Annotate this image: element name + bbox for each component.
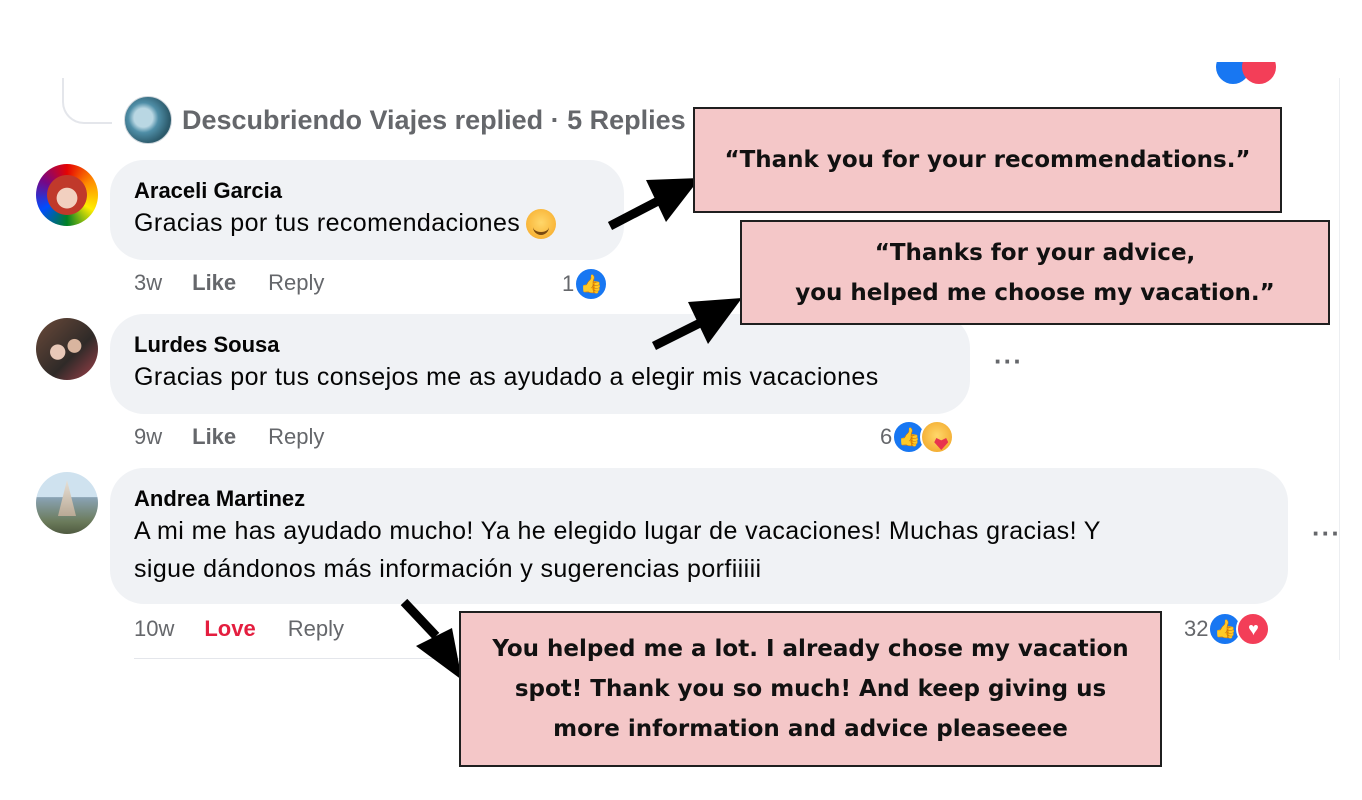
callout-text: you helped me choose my vacation.”: [795, 279, 1275, 306]
arrow-2: [651, 317, 705, 351]
callout-text: “Thanks for your advice,: [874, 239, 1196, 266]
callout-text: “Thank you for your recommendations.”: [724, 147, 1251, 173]
translation-callout: “Thank you for your recommendations.”: [693, 107, 1282, 213]
callout-text: spot! Thank you so much! And keep giving…: [514, 676, 1107, 702]
translation-callout: You helped me a lot. I already chose my …: [459, 611, 1162, 767]
translation-callout: “Thanks for your advice, you helped me c…: [740, 220, 1330, 325]
callout-text: more information and advice pleaseeee: [553, 716, 1068, 742]
arrow-head-3: [416, 628, 462, 680]
callout-text: You helped me a lot. I already chose my …: [492, 636, 1129, 662]
arrow-1: [607, 196, 663, 230]
arrow-3: [400, 598, 440, 640]
